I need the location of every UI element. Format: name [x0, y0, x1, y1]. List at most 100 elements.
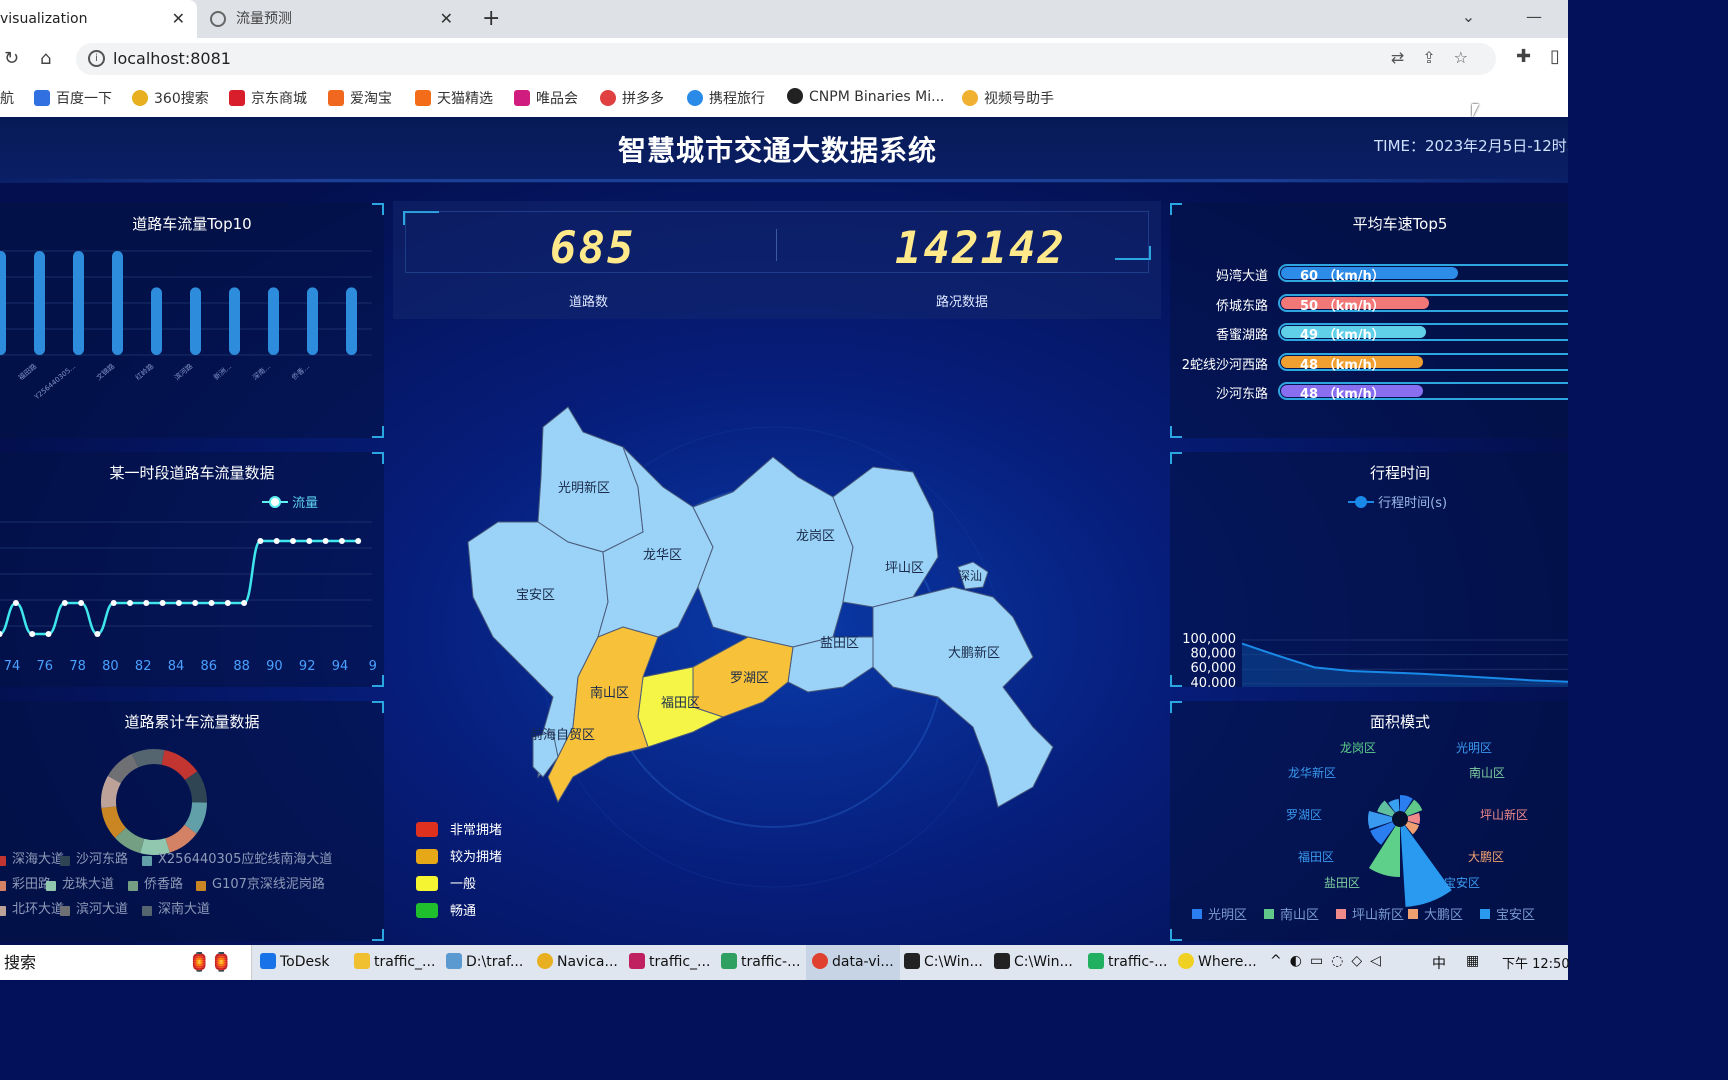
x-tick-label: 78 — [69, 659, 86, 674]
flow-point[interactable] — [290, 538, 296, 544]
taskbar-app[interactable]: D:\traf... — [446, 953, 523, 970]
bar[interactable] — [34, 251, 45, 355]
flow-point[interactable] — [127, 600, 133, 606]
bookmark-item[interactable]: 视频号助手 — [962, 88, 1054, 108]
taskbar-app[interactable]: Navica... — [537, 953, 618, 970]
tab-visualization[interactable]: visualization ✕ — [0, 0, 197, 38]
donut-legend-item[interactable]: 龙珠大道 — [46, 873, 114, 892]
legend-item-very-congested[interactable]: 非常拥堵 — [416, 819, 502, 838]
flow-point[interactable] — [110, 600, 117, 606]
rose-label: 罗湖区 — [1286, 807, 1322, 822]
flow-point[interactable] — [355, 538, 362, 544]
flow-point[interactable] — [192, 600, 199, 606]
flow-point[interactable] — [208, 600, 215, 606]
flow-point[interactable] — [175, 600, 182, 606]
flow-point[interactable] — [306, 538, 313, 544]
legend-item-congested[interactable]: 较为拥堵 — [416, 846, 502, 865]
taskbar-app[interactable]: traffic-... — [1088, 953, 1167, 970]
bar[interactable] — [307, 287, 318, 355]
flow-point[interactable] — [29, 631, 36, 637]
sidepanel-icon[interactable]: ▯ — [1550, 46, 1560, 67]
flow-point[interactable] — [61, 600, 68, 606]
rose-sector[interactable] — [1400, 819, 1452, 907]
rose-label: 盐田区 — [1324, 876, 1360, 890]
bar[interactable] — [0, 251, 6, 355]
taskbar-app[interactable]: traffic_... — [629, 953, 710, 970]
close-tab-icon[interactable]: ✕ — [440, 0, 453, 38]
donut-legend-item[interactable]: 侨香路 — [128, 873, 183, 892]
new-tab-icon[interactable]: + — [482, 0, 500, 38]
window-controls[interactable]: ⌄ — — [1462, 0, 1542, 34]
speed-row[interactable]: 侨城东路 50 （km/h） — [1170, 293, 1568, 314]
bookmark-item[interactable]: 唯品会 — [514, 88, 578, 108]
taskbar-app[interactable]: traffic-... — [721, 953, 800, 970]
speed-row[interactable]: 香蜜湖路 49 （km/h） — [1170, 323, 1568, 343]
road-name: 香蜜湖路 — [1215, 328, 1268, 344]
bookmark-item[interactable]: CNPM Binaries Mi... — [787, 88, 945, 105]
system-tray[interactable]: ^◐▭◌◇◁ — [1270, 953, 1389, 969]
home-icon[interactable]: ⌂ — [40, 48, 51, 69]
donut-legend-item[interactable]: 深南大道 — [142, 898, 210, 917]
taskbar-app[interactable]: ToDesk — [260, 953, 330, 970]
bookmark-item[interactable]: 百度一下 — [34, 88, 112, 108]
flow-point[interactable] — [273, 538, 280, 544]
bar[interactable] — [151, 287, 162, 355]
url-text[interactable]: localhost:8081 — [113, 49, 231, 68]
close-tab-icon[interactable]: ✕ — [172, 0, 185, 38]
flow-point[interactable] — [224, 600, 231, 606]
taskbar-app[interactable]: traffic_... — [354, 953, 435, 970]
flow-point[interactable] — [241, 600, 248, 606]
donut-legend-item[interactable]: 彩田路 — [0, 873, 51, 892]
reload-icon[interactable]: ↻ — [4, 48, 19, 69]
taskbar-app-chrome[interactable]: data-vi... — [806, 945, 900, 980]
bar[interactable] — [229, 287, 240, 355]
bar-tick-label: Y256440305... — [32, 362, 77, 402]
bar[interactable] — [73, 251, 84, 355]
bar[interactable] — [112, 251, 123, 355]
bookmark-item[interactable]: 爱淘宝 — [328, 88, 392, 108]
tab-traffic-forecast[interactable]: 流量预测 ✕ — [200, 0, 465, 38]
taskbar-app[interactable]: Where... — [1178, 953, 1257, 970]
extensions-icon[interactable]: ✚ — [1516, 46, 1531, 67]
bar-tick-label: 文锦路 — [94, 362, 116, 382]
bar[interactable] — [346, 287, 357, 355]
bookmark-item[interactable]: 航 — [0, 88, 14, 108]
flow-point[interactable] — [322, 538, 329, 544]
donut-legend-item[interactable]: 深海大道 — [0, 848, 64, 867]
speed-row[interactable]: 妈湾大道 60 （km/h） — [1170, 264, 1568, 284]
donut-legend-item[interactable]: G107京深线泥岗路 — [196, 873, 325, 892]
taskbar-app[interactable]: C:\Win... — [904, 953, 983, 970]
taskbar-search[interactable]: 搜索 🏮🏮 — [0, 945, 252, 980]
x-tick-label: 94 — [332, 659, 349, 674]
info-icon[interactable]: i — [88, 50, 105, 67]
bookmark-item[interactable]: 天猫精选 — [415, 88, 493, 108]
bookmark-item[interactable]: 拼多多 — [600, 88, 664, 108]
flow-point[interactable] — [143, 600, 150, 606]
ime-indicator[interactable]: 中 — [1432, 953, 1446, 973]
bookmark-item[interactable]: 京东商城 — [229, 88, 307, 108]
flow-point[interactable] — [257, 538, 264, 544]
flow-point[interactable] — [338, 538, 345, 544]
keyboard-icon[interactable]: ▦ — [1466, 953, 1479, 969]
bookmark-item[interactable]: 360搜索 — [132, 88, 209, 108]
speed-row[interactable]: 沙河东路 48 （km/h） — [1170, 382, 1568, 402]
flow-point[interactable] — [78, 600, 85, 606]
taskbar-app[interactable]: C:\Win... — [994, 953, 1073, 970]
flow-point[interactable] — [94, 631, 101, 637]
url-actions[interactable]: ⇄⇪☆ — [1391, 48, 1486, 67]
donut-legend-item[interactable]: X256440305应蛇线南海大道 — [142, 848, 332, 867]
legend-item-normal[interactable]: 一般 — [416, 873, 476, 892]
bar[interactable] — [268, 287, 279, 355]
speed-row[interactable]: 2蛇线沙河西路 48 （km/h） — [1170, 352, 1568, 373]
tab-strip: visualization ✕ 流量预测 ✕ + ⌄ — — [0, 0, 1568, 38]
flow-point[interactable] — [45, 631, 52, 637]
donut-legend-item[interactable]: 北环大道 — [0, 898, 64, 917]
flow-point[interactable] — [159, 600, 166, 606]
url-bar[interactable]: i localhost:8081 ⇄⇪☆ — [76, 43, 1496, 75]
donut-legend-item[interactable]: 滨河大道 — [60, 898, 128, 917]
bookmark-item[interactable]: 携程旅行 — [687, 88, 765, 108]
bar[interactable] — [190, 287, 201, 355]
flow-point[interactable] — [12, 600, 19, 606]
donut-legend-item[interactable]: 沙河东路 — [60, 848, 128, 867]
legend-item-smooth[interactable]: 畅通 — [416, 900, 476, 919]
